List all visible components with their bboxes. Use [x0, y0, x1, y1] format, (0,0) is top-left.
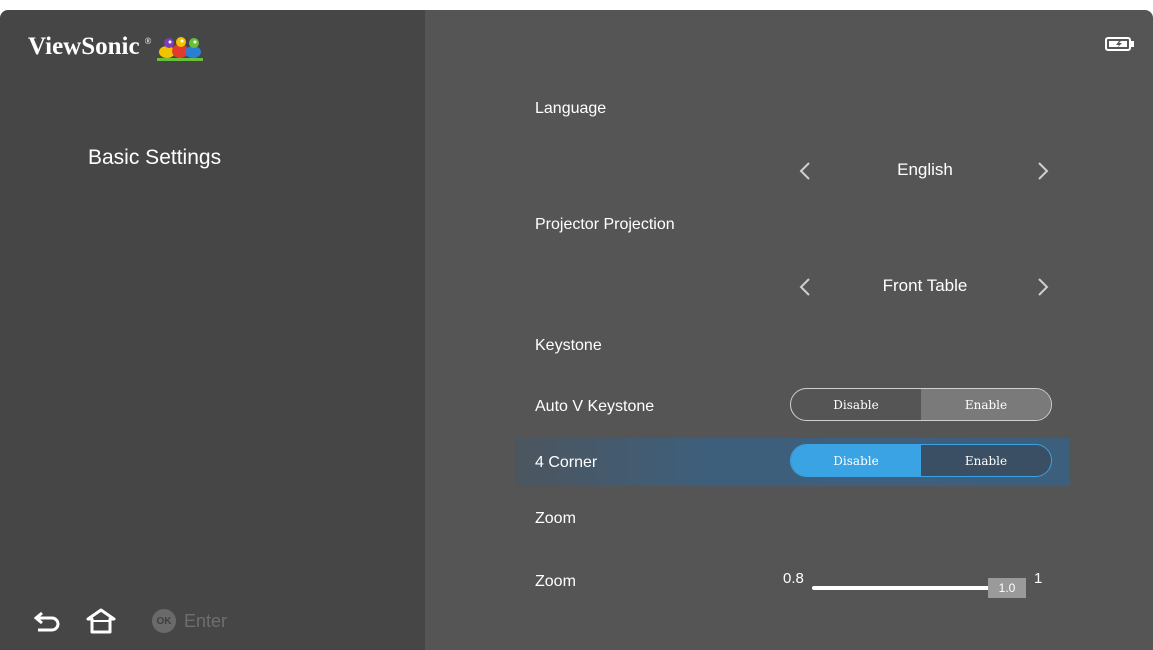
chevron-left-icon[interactable]	[798, 276, 812, 298]
home-icon[interactable]	[86, 608, 116, 634]
four-corner-enable[interactable]: Enable	[921, 445, 1051, 476]
auto-v-keystone-label: Auto V Keystone	[535, 398, 655, 415]
four-corner-toggle[interactable]: Disable Enable	[790, 444, 1052, 477]
keystone-header: Keystone	[535, 337, 602, 354]
brand-mark: ®	[144, 36, 152, 46]
chevron-left-icon[interactable]	[798, 160, 812, 182]
projection-label: Projector Projection	[535, 216, 675, 233]
back-icon[interactable]	[34, 610, 60, 632]
four-corner-disable[interactable]: Disable	[791, 445, 921, 476]
zoom-min-label: 0.8	[783, 570, 804, 587]
settings-screen: ViewSonic ® Basic Settings OK Enter Lang…	[0, 10, 1153, 650]
zoom-slider-handle[interactable]: 1.0	[988, 578, 1026, 598]
section-title: Basic Settings	[88, 146, 222, 169]
birds-logo-icon	[157, 37, 204, 61]
zoom-slider-track[interactable]	[812, 586, 990, 590]
zoom-header: Zoom	[535, 510, 576, 527]
sidebar-panel: ViewSonic ® Basic Settings OK Enter	[0, 10, 425, 650]
battery-icon	[1105, 37, 1134, 51]
brand-logo: ViewSonic ®	[28, 30, 205, 64]
enter-label: Enter	[184, 610, 228, 631]
projection-value[interactable]: Front Table	[845, 276, 1005, 296]
four-corner-label: 4 Corner	[535, 454, 598, 471]
zoom-max-label: 1	[1034, 570, 1043, 587]
zoom-label: Zoom	[535, 573, 576, 590]
auto-v-keystone-enable[interactable]: Enable	[921, 389, 1051, 420]
chevron-right-icon[interactable]	[1036, 276, 1050, 298]
chevron-right-icon[interactable]	[1036, 160, 1050, 182]
bottom-nav: OK Enter	[34, 608, 227, 634]
language-value[interactable]: English	[845, 160, 1005, 180]
auto-v-keystone-disable[interactable]: Disable	[791, 389, 921, 420]
brand-name: ViewSonic	[28, 33, 140, 60]
auto-v-keystone-toggle[interactable]: Disable Enable	[790, 388, 1052, 421]
ok-button-icon: OK	[152, 609, 176, 633]
language-label: Language	[535, 100, 607, 117]
